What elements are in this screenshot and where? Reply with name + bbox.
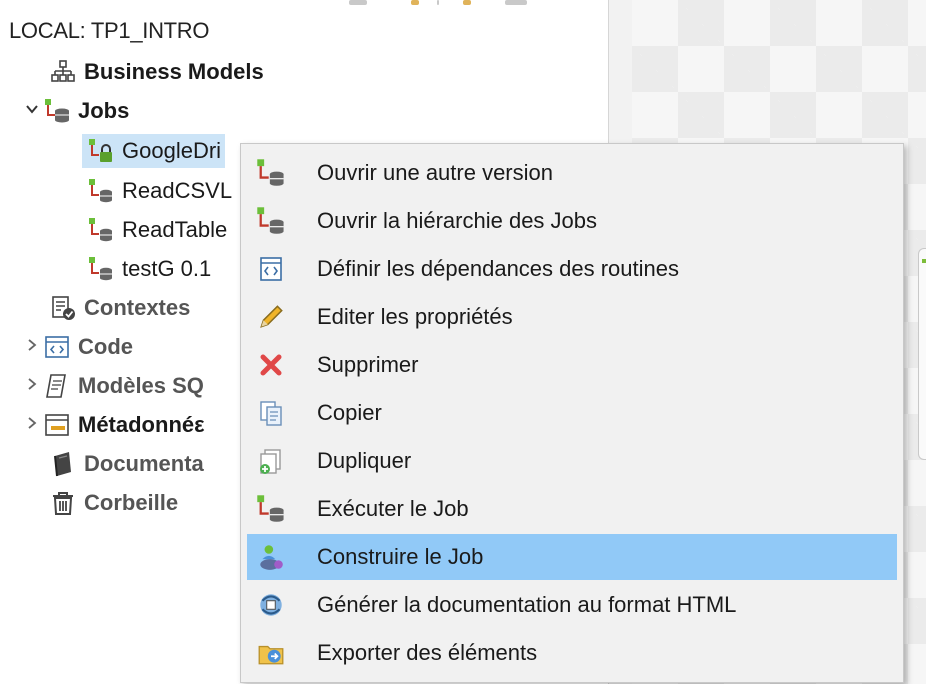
job-icon [86, 176, 116, 206]
menu-item-label: Dupliquer [317, 448, 412, 473]
locked-job-icon [86, 136, 116, 166]
palette-edge[interactable] [918, 248, 926, 460]
chevron-right-icon[interactable] [22, 416, 42, 435]
tree-item-label: Métadonnéε [78, 412, 205, 437]
business-models-icon [48, 57, 78, 87]
tree-item-label: ReadCSVL [122, 178, 233, 203]
menu-item-label: Copier [317, 400, 382, 425]
menu-item-define-routine-deps[interactable]: Définir les dépendances des routines [247, 246, 897, 292]
routine-icon [249, 247, 293, 291]
code-icon [42, 332, 72, 362]
job-icon [86, 254, 116, 284]
menu-item-open-other-version[interactable]: Ouvrir une autre version [247, 150, 897, 196]
duplicate-icon [249, 439, 293, 483]
build-job-icon [249, 535, 293, 579]
tree-item-sql-templates[interactable]: Modèles SQ [22, 368, 204, 404]
trash-icon [48, 488, 78, 518]
jobs-folder-icon [42, 96, 72, 126]
tree-item-label: Business Models [84, 59, 264, 84]
tree-item-label: GoogleDri [122, 138, 222, 163]
tree-item-label: testG 0.1 [122, 256, 212, 281]
tree-item-code[interactable]: Code [22, 329, 133, 365]
tree-item-documentation[interactable]: Documenta [28, 446, 204, 482]
menu-item-label: Exécuter le Job [317, 496, 469, 521]
menu-item-label: Définir les dépendances des routines [317, 256, 680, 281]
menu-item-export-items[interactable]: Exporter des éléments [247, 630, 897, 676]
menu-item-label: Editer les propriétés [317, 304, 513, 329]
menu-item-build-job[interactable]: Construire le Job [247, 534, 897, 580]
selection-highlight: GoogleDri [82, 134, 226, 168]
tree-item-label: ReadTable [122, 217, 228, 242]
chevron-right-icon[interactable] [22, 377, 42, 396]
menu-item-label: Générer la documentation au format HTML [317, 592, 737, 617]
menu-item-generate-html-doc[interactable]: Générer la documentation au format HTML [247, 582, 897, 628]
chevron-down-icon[interactable] [22, 102, 42, 121]
tree-item-readcsv-job[interactable]: ReadCSVL [66, 173, 232, 209]
menu-item-label: Supprimer [317, 352, 419, 377]
job-icon [249, 199, 293, 243]
menu-item-label: Ouvrir une autre version [317, 160, 553, 185]
tree-item-label: Corbeille [84, 490, 179, 515]
context-menu: Ouvrir une autre version Ouvrir la hiéra… [240, 143, 904, 683]
tree-item-contexts[interactable]: Contextes [28, 290, 190, 326]
job-icon [86, 215, 116, 245]
tree-item-googledrive-job[interactable]: GoogleDri [62, 133, 226, 169]
menu-item-run-job[interactable]: Exécuter le Job [247, 486, 897, 532]
generate-doc-icon [249, 583, 293, 627]
tree-item-label: Jobs [78, 98, 130, 123]
repository-title: LOCAL: TP1_INTRO [9, 18, 210, 43]
menu-item-label: Construire le Job [317, 544, 484, 569]
tree-item-label: Contextes [84, 295, 191, 320]
tree-item-label: Documenta [84, 451, 204, 476]
chevron-right-icon[interactable] [22, 338, 42, 357]
tree-item-trash[interactable]: Corbeille [28, 485, 178, 521]
sql-templates-icon [42, 371, 72, 401]
menu-item-edit-properties[interactable]: Editer les propriétés [247, 294, 897, 340]
tree-item-readtable-job[interactable]: ReadTable [66, 212, 227, 248]
tree-item-jobs[interactable]: Jobs [22, 93, 129, 129]
menu-item-label: Ouvrir la hiérarchie des Jobs [317, 208, 598, 233]
contexts-icon [48, 293, 78, 323]
pencil-icon [249, 295, 293, 339]
menu-item-open-job-hierarchy[interactable]: Ouvrir la hiérarchie des Jobs [247, 198, 897, 244]
tree-item-label: Modèles SQ [78, 373, 204, 398]
menu-item-delete[interactable]: Supprimer [247, 342, 897, 388]
copy-icon [249, 391, 293, 435]
tree-item-testg-job[interactable]: testG 0.1 [66, 251, 211, 287]
export-icon [249, 631, 293, 675]
menu-item-duplicate[interactable]: Dupliquer [247, 438, 897, 484]
metadata-icon [42, 410, 72, 440]
tree-item-business-models[interactable]: Business Models [28, 54, 264, 90]
toolbar-icons-strip [345, 0, 545, 8]
run-job-icon [249, 487, 293, 531]
delete-icon [249, 343, 293, 387]
tree-item-metadata[interactable]: Métadonnéε [22, 407, 205, 443]
menu-item-copy[interactable]: Copier [247, 390, 897, 436]
menu-item-label: Exporter des éléments [317, 640, 538, 665]
tree-item-label: Code [78, 334, 133, 359]
job-icon [249, 151, 293, 195]
documentation-icon [48, 449, 78, 479]
